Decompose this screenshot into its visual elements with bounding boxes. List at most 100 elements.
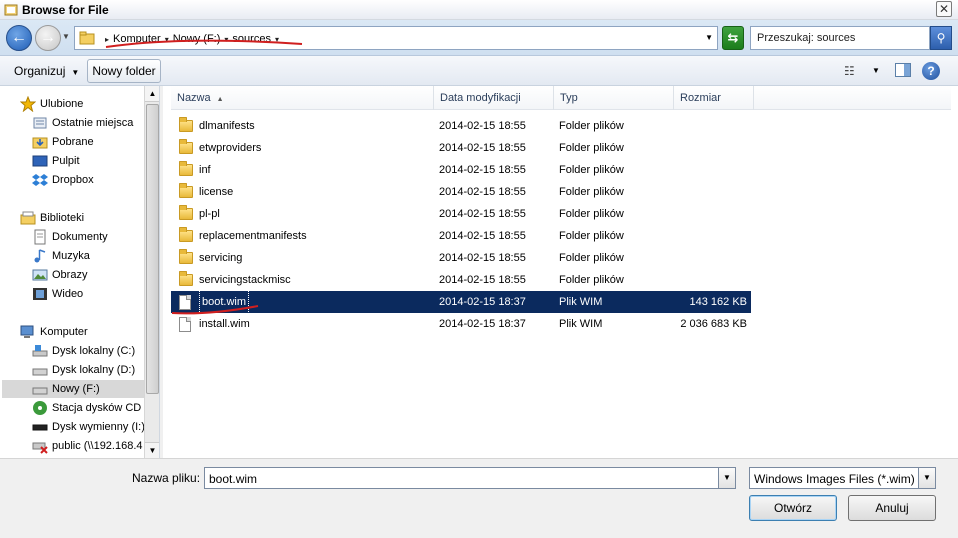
cancel-button[interactable]: Anuluj: [848, 495, 936, 521]
preview-pane-icon[interactable]: [895, 63, 911, 77]
address-row: ← → ▼ ▸ Komputer ▾ Nowy (F:) ▾ sources ▾…: [0, 20, 958, 56]
nav-item-videos[interactable]: Wideo: [32, 285, 83, 303]
scroll-thumb[interactable]: [146, 104, 159, 394]
file-date: 2014-02-15 18:55: [439, 186, 526, 198]
nav-item-removable[interactable]: Dysk wymienny (I:): [32, 418, 145, 436]
nav-item-drive-f[interactable]: Nowy (F:): [2, 380, 144, 398]
back-button[interactable]: ←: [6, 25, 32, 51]
file-type: Folder plików: [559, 120, 624, 132]
file-date: 2014-02-15 18:55: [439, 230, 526, 242]
file-name: servicing: [199, 252, 243, 264]
file-type: Plik WIM: [559, 318, 603, 330]
column-name[interactable]: Nazwa ▲: [171, 86, 434, 110]
table-row[interactable]: inf 2014-02-15 18:55 Folder plików: [171, 159, 751, 181]
file-type: Folder plików: [559, 164, 624, 176]
file-date: 2014-02-15 18:55: [439, 120, 526, 132]
address-dropdown-icon[interactable]: ▼: [705, 33, 713, 42]
app-icon: [4, 4, 18, 16]
column-name-label: Nazwa: [177, 92, 211, 104]
refresh-button[interactable]: ⇆: [722, 26, 744, 50]
file-name: servicingstackmisc: [199, 274, 291, 286]
close-button[interactable]: ✕: [936, 1, 952, 17]
scroll-up-icon[interactable]: ▲: [145, 86, 159, 102]
chevron-down-icon[interactable]: ▼: [918, 467, 936, 489]
cd-drive-icon: [32, 400, 48, 416]
file-type: Folder plików: [559, 252, 624, 264]
search-input[interactable]: Przeszukaj: sources: [750, 26, 930, 50]
nav-item-pictures[interactable]: Obrazy: [32, 266, 87, 284]
column-date[interactable]: Data modyfikacji: [434, 86, 554, 110]
folder-icon: [179, 117, 193, 133]
file-name-cell: license: [179, 181, 434, 203]
nav-libraries[interactable]: Biblioteki: [20, 209, 84, 227]
table-row[interactable]: license 2014-02-15 18:55 Folder plików: [171, 181, 751, 203]
nav-item-cd-drive[interactable]: Stacja dysków CD (: [32, 399, 148, 417]
music-icon: [32, 248, 48, 264]
table-row[interactable]: servicing 2014-02-15 18:55 Folder plików: [171, 247, 751, 269]
file-name-cell: servicingstackmisc: [179, 269, 434, 291]
nav-item-network-share[interactable]: public (\\192.168.4: [32, 437, 143, 455]
nav-item-downloads[interactable]: Pobrane: [32, 133, 94, 151]
filetype-select[interactable]: Windows Images Files (*.wim): [749, 467, 919, 489]
system-drive-icon: [32, 343, 48, 359]
file-name: inf: [199, 164, 211, 176]
nav-scrollbar[interactable]: ▲ ▼: [144, 86, 159, 458]
command-bar: Organizuj ▼ Nowy folder ☷ ▼ ?: [0, 56, 958, 86]
file-type: Folder plików: [559, 142, 624, 154]
file-list: Nazwa ▲ Data modyfikacji Typ Rozmiar dlma…: [163, 86, 958, 458]
chevron-down-icon[interactable]: ▼: [872, 66, 880, 75]
search-icon[interactable]: ⚲: [930, 26, 952, 50]
computer-icon: [20, 324, 36, 340]
column-type[interactable]: Typ: [554, 86, 674, 110]
drive-icon: [32, 362, 48, 378]
file-name-cell: etwproviders: [179, 137, 434, 159]
file-name: etwproviders: [199, 142, 262, 154]
organize-menu[interactable]: Organizuj ▼: [14, 64, 79, 78]
table-row[interactable]: replacementmanifests 2014-02-15 18:55 Fold…: [171, 225, 751, 247]
filename-input[interactable]: boot.wim: [204, 467, 720, 489]
nav-item-drive-c[interactable]: Dysk lokalny (C:): [32, 342, 135, 360]
nav-item-recent[interactable]: Ostatnie miejsca: [32, 114, 133, 132]
file-date: 2014-02-15 18:55: [439, 274, 526, 286]
open-button[interactable]: Otwórz: [749, 495, 837, 521]
nav-item-drive-d[interactable]: Dysk lokalny (D:): [32, 361, 135, 379]
folder-icon: [179, 227, 193, 243]
file-size: [661, 159, 747, 181]
file-size: [661, 181, 747, 203]
scroll-down-icon[interactable]: ▼: [145, 442, 159, 458]
pictures-icon: [32, 267, 48, 283]
new-folder-button[interactable]: Nowy folder: [87, 59, 161, 83]
chevron-down-icon[interactable]: ▼: [718, 467, 736, 489]
nav-item-label: public (\\192.168.4: [52, 440, 143, 452]
help-icon[interactable]: ?: [922, 62, 940, 80]
nav-computer[interactable]: Komputer: [20, 323, 88, 341]
nav-favorites[interactable]: Ulubione: [19, 95, 83, 113]
file-type: Folder plików: [559, 230, 624, 242]
table-row[interactable]: pl-pl 2014-02-15 18:55 Folder plików: [171, 203, 751, 225]
table-row[interactable]: servicingstackmisc 2014-02-15 18:55 Folder…: [171, 269, 751, 291]
nav-item-label: Stacja dysków CD (: [52, 402, 148, 414]
file-name-cell: inf: [179, 159, 434, 181]
table-row[interactable]: dlmanifests 2014-02-15 18:55 Folder plików: [171, 115, 751, 137]
file-size: [661, 247, 747, 269]
forward-button[interactable]: →: [35, 25, 61, 51]
recent-places-icon: [32, 115, 48, 131]
file-name: dlmanifests: [199, 120, 255, 132]
nav-item-label: Wideo: [52, 288, 84, 300]
table-row[interactable]: etwproviders 2014-02-15 18:55 Folder plikó…: [171, 137, 751, 159]
removable-drive-icon: [32, 419, 48, 435]
disconnected-network-drive-icon: [32, 438, 48, 454]
file-type: Folder plików: [559, 186, 624, 198]
view-options-icon[interactable]: ☷: [844, 64, 855, 78]
folder-icon: [179, 183, 193, 199]
column-size[interactable]: Rozmiar: [674, 86, 754, 110]
nav-item-desktop[interactable]: Pulpit: [32, 152, 80, 170]
file-icon: [179, 317, 193, 332]
nav-item-music[interactable]: Muzyka: [32, 247, 90, 265]
nav-item-documents[interactable]: Dokumenty: [32, 228, 108, 246]
nav-item-dropbox[interactable]: Dropbox: [32, 171, 94, 189]
file-date: 2014-02-15 18:55: [439, 142, 526, 154]
history-dropdown-icon[interactable]: ▼: [62, 32, 70, 41]
folder-icon: [179, 161, 193, 177]
file-type: Folder plików: [559, 274, 624, 286]
